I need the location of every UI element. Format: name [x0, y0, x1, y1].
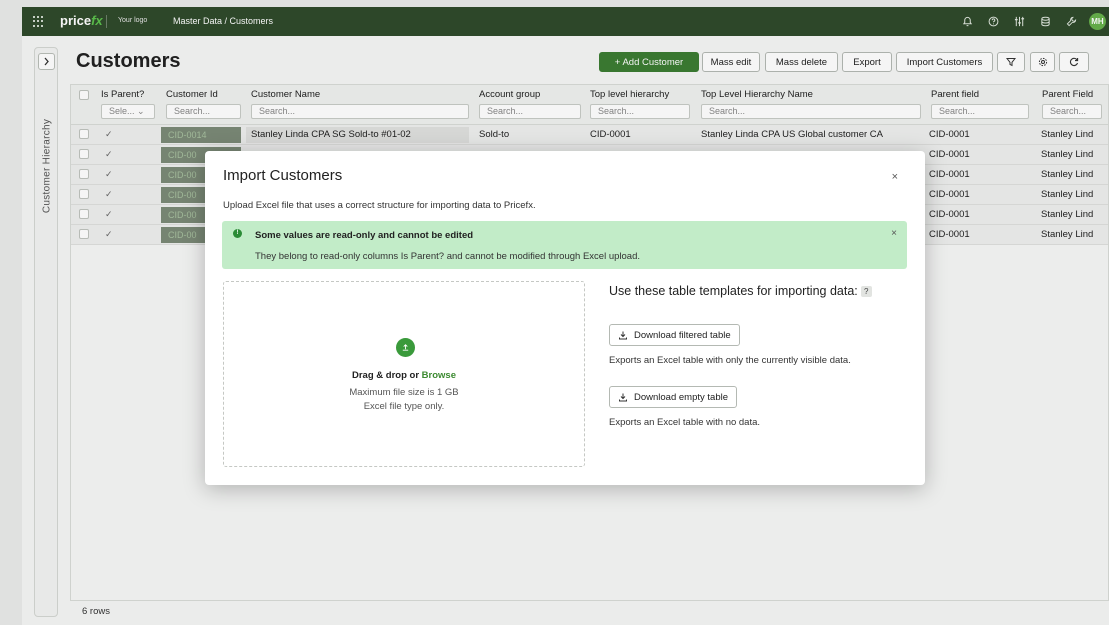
- help-icon[interactable]: ?: [860, 286, 872, 297]
- dialog-subtitle: Upload Excel file that uses a correct st…: [223, 200, 536, 211]
- dialog-close-icon[interactable]: ×: [892, 171, 898, 183]
- import-customers-dialog: Import Customers × Upload Excel file tha…: [205, 151, 925, 485]
- dialog-title: Import Customers: [223, 167, 343, 184]
- download-icon: [619, 393, 627, 402]
- alert-close-icon[interactable]: ×: [891, 228, 897, 239]
- download-icon: [619, 331, 627, 340]
- drop-instructions: Drag & drop or Browse: [224, 370, 584, 381]
- drop-prefix-text: Drag & drop or: [352, 370, 422, 381]
- alert-info-icon: !: [233, 229, 242, 238]
- download-filtered-description: Exports an Excel table with only the cur…: [609, 355, 851, 366]
- alert-title: Some values are read-only and cannot be …: [255, 230, 474, 241]
- file-drop-zone[interactable]: Drag & drop or Browse Maximum file size …: [223, 281, 585, 467]
- max-file-size-text: Maximum file size is 1 GB: [349, 387, 459, 398]
- file-type-text: Excel file type only.: [363, 401, 445, 412]
- download-empty-label: Download empty table: [634, 391, 728, 403]
- browse-link[interactable]: Browse: [422, 370, 456, 381]
- alert-description: They belong to read-only columns Is Pare…: [255, 251, 640, 262]
- templates-title: Use these table templates for importing …: [609, 284, 872, 298]
- templates-title-text: Use these table templates for importing …: [609, 284, 858, 298]
- download-filtered-label: Download filtered table: [634, 329, 731, 341]
- download-empty-description: Exports an Excel table with no data.: [609, 417, 761, 428]
- download-filtered-table-button[interactable]: Download filtered table: [609, 324, 740, 346]
- upload-icon: [396, 338, 415, 357]
- download-empty-table-button[interactable]: Download empty table: [609, 386, 737, 408]
- read-only-alert: ! Some values are read-only and cannot b…: [222, 221, 907, 269]
